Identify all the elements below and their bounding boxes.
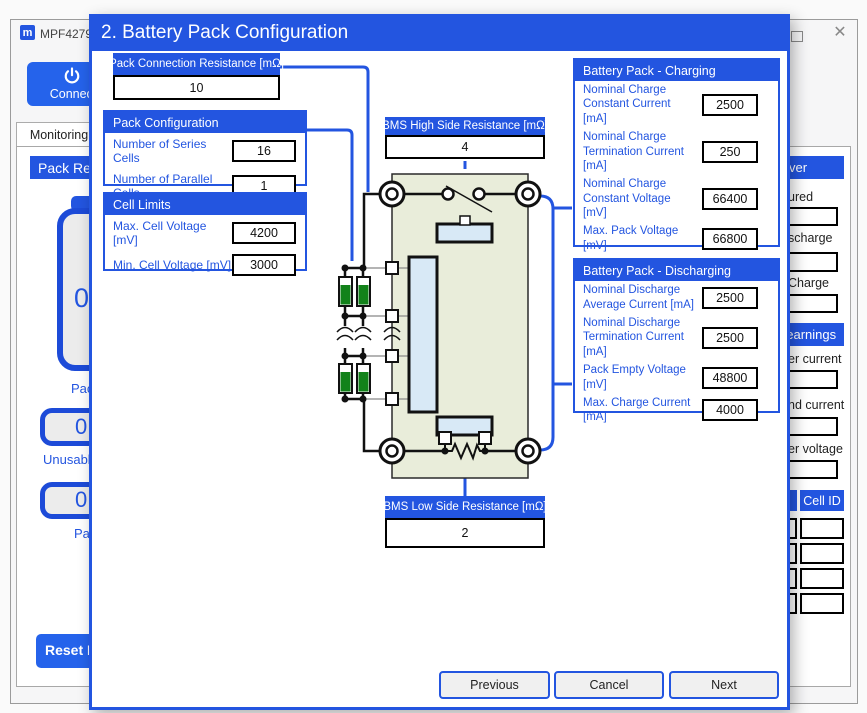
learn-voltage-label: er voltage [788,442,843,456]
min-cell-voltage-input[interactable]: 3000 [232,254,296,276]
power-header-label: ver [789,160,807,175]
max-charge-current-input[interactable]: 4000 [702,399,758,421]
learn-current-1-field[interactable] [788,370,838,389]
pack-connection-resistance-input[interactable]: 10 [113,75,280,100]
cell-row-id-2[interactable] [800,543,844,564]
pack-gauge-small-value: 0 [75,487,87,513]
pack-configuration-panel: Pack Configuration Number of Series Cell… [103,110,307,186]
charging-row: Nominal Charge Termination Current [mA] … [575,128,778,175]
pack-connection-resistance-text: Pack Connection Resistance [mΩ] [109,58,284,70]
bms-high-side-label: BMS High Side Resistance [mΩ] [385,117,545,135]
max-pack-voltage-label: Max. Pack Voltage [mV] [583,224,702,253]
battery-pack-discharging-panel: Battery Pack - Discharging Nominal Disch… [573,258,780,413]
charging-row: Nominal Charge Constant Current [mA] 250… [575,81,778,128]
measured-label: ured [788,190,813,204]
series-cells-label: Number of Series Cells [113,137,232,166]
power-icon [62,66,82,86]
min-cell-voltage-label: Min. Cell Voltage [mV] [113,258,232,272]
reset-button-label: Reset I [45,642,91,658]
learn-current-1-label: er current [788,352,842,366]
nominal-charge-constant-voltage-input[interactable]: 66400 [702,188,758,210]
nominal-discharge-average-current-label: Nominal Discharge Average Current [mA] [583,283,702,312]
unusable-gauge-label: Unusabl [43,452,91,467]
dialog-title-label: 2. Battery Pack Configuration [101,22,348,44]
cancel-button[interactable]: Cancel [554,671,664,699]
unusable-gauge-value: 0 [75,414,87,440]
charge-label: Charge [788,276,829,290]
discharging-row: Nominal Discharge Termination Current [m… [575,314,778,361]
discharging-row: Pack Empty Voltage [mV] 48800 [575,361,778,394]
charging-row: Max. Pack Voltage [mV] 66800 [575,222,778,255]
high-side-fet-pin [460,216,470,225]
min-cell-voltage-row: Min. Cell Voltage [mV] 3000 [105,250,305,278]
break-marks [337,328,400,341]
close-icon[interactable]: ✕ [830,22,850,42]
cell-row-id-1[interactable] [800,518,844,539]
learnings-header: Learnings [786,323,844,346]
learn-current-2-field[interactable] [788,417,838,436]
discharging-header: Battery Pack - Discharging [575,260,778,281]
nominal-discharge-termination-current-label: Nominal Discharge Termination Current [m… [583,316,702,359]
battery-pack-charging-panel: Battery Pack - Charging Nominal Charge C… [573,58,780,247]
max-pack-voltage-input[interactable]: 66800 [702,228,758,250]
nominal-charge-termination-current-label: Nominal Charge Termination Current [mA] [583,130,702,173]
max-cell-voltage-input[interactable]: 4200 [232,222,296,244]
cell-row-id-3[interactable] [800,568,844,589]
discharging-row: Max. Charge Current [mA] 4000 [575,394,778,427]
nominal-charge-constant-voltage-label: Nominal Charge Constant Voltage [mV] [583,177,702,220]
max-cell-voltage-label: Max. Cell Voltage [mV] [113,219,232,248]
series-cells-row: Number of Series Cells 16 [105,133,305,168]
power-header: ver [786,156,844,179]
pack-connection-resistance-label: Pack Connection Resistance [mΩ] [113,53,280,75]
high-side-fet [437,224,492,242]
max-charge-current-label: Max. Charge Current [mA] [583,396,702,425]
maximize-button[interactable] [791,31,803,42]
charge-field[interactable] [788,294,838,313]
bms-low-side-input[interactable]: 2 [385,518,545,548]
bms-low-side-label: BMS Low Side Resistance [mΩ] [385,496,545,518]
afe-ic [409,257,437,412]
screen: m MPF4279 ✕ Connect Monitoring Pack Re 0… [0,0,867,713]
learn-voltage-field[interactable] [788,460,838,479]
discharge-field[interactable] [788,252,838,272]
bms-high-side-input[interactable]: 4 [385,135,545,159]
cell-limits-panel: Cell Limits Max. Cell Voltage [mV] 4200 … [103,192,307,271]
pack-results-header-label: Pack Re [38,160,91,176]
bms-high-side-text: BMS High Side Resistance [mΩ] [382,120,548,132]
dialog-title: 2. Battery Pack Configuration [89,14,790,51]
nominal-discharge-average-current-input[interactable]: 2500 [702,287,758,309]
cell-row-id-4[interactable] [800,593,844,614]
nominal-charge-constant-current-input[interactable]: 2500 [702,94,758,116]
cell-limits-header: Cell Limits [105,194,305,215]
max-cell-voltage-row: Max. Cell Voltage [mV] 4200 [105,215,305,250]
charging-header: Battery Pack - Charging [575,60,778,81]
series-cells-input[interactable]: 16 [232,140,296,162]
discharging-row: Nominal Discharge Average Current [mA] 2… [575,281,778,314]
pack-empty-voltage-label: Pack Empty Voltage [mV] [583,363,702,392]
previous-button[interactable]: Previous [439,671,550,699]
nominal-charge-constant-current-label: Nominal Charge Constant Current [mA] [583,83,702,126]
measured-field[interactable] [788,207,838,226]
low-side-fet-pin-right [479,432,491,444]
bms-low-side-text: BMS Low Side Resistance [mΩ] [383,501,546,513]
pack-gauge-large-value: 0 [74,283,89,314]
cell-id-header-label: Cell ID [803,494,841,508]
pack-empty-voltage-input[interactable]: 48800 [702,367,758,389]
low-side-fet-pin-left [439,432,451,444]
cell-id-header: Cell ID [800,490,844,511]
app-window-title: MPF4279 [40,27,92,41]
nominal-discharge-termination-current-input[interactable]: 2500 [702,327,758,349]
learnings-header-label: Learnings [786,327,836,342]
mps-logo-icon: m [20,25,35,40]
discharge-label: scharge [788,231,832,245]
nominal-charge-termination-current-input[interactable]: 250 [702,141,758,163]
learn-current-2-label: nd current [788,398,844,412]
charging-row: Nominal Charge Constant Voltage [mV] 664… [575,175,778,222]
pack-configuration-header: Pack Configuration [105,112,305,133]
next-button[interactable]: Next [669,671,779,699]
